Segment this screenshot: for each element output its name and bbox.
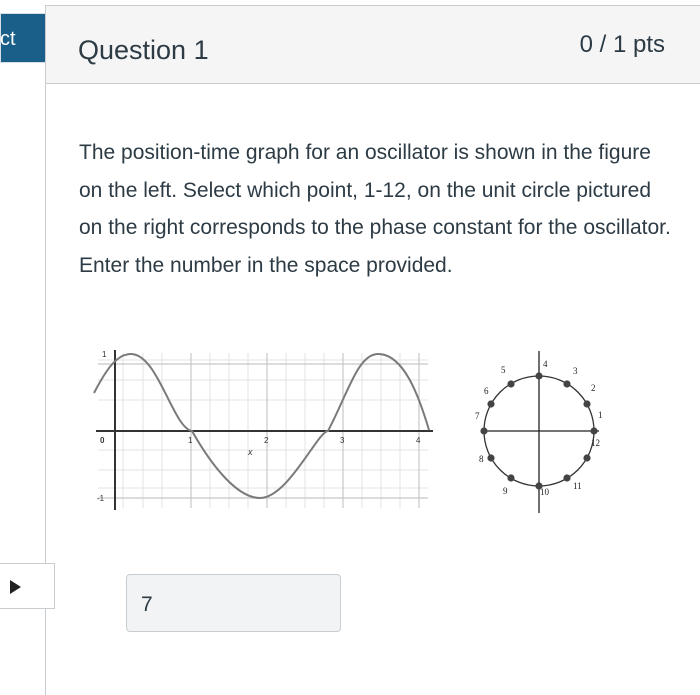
question-figure: 1 0 -1 1 2 3 4 x 1 2 3 4 5 6 7 8 9 10 11… <box>93 350 603 513</box>
graph-x-label: x <box>247 447 253 457</box>
graph-x-tick: 1 <box>188 436 193 445</box>
circle-point-label: 6 <box>484 386 489 396</box>
collapse-toggle-button[interactable] <box>0 563 55 609</box>
circle-point-label: 10 <box>540 487 550 497</box>
graph-x-tick: 3 <box>340 436 345 445</box>
circle-point-label: 11 <box>573 481 582 491</box>
unit-circle: 1 2 3 4 5 6 7 8 9 10 11 12 <box>475 351 603 513</box>
circle-point-label: 4 <box>543 359 548 369</box>
circle-point-label: 8 <box>479 454 484 464</box>
circle-point-label: 5 <box>501 365 506 375</box>
question-title: Question 1 <box>78 35 209 65</box>
question-text: The position-time graph for an oscillato… <box>79 141 671 277</box>
circle-point-label: 2 <box>591 383 596 393</box>
circle-point-label: 7 <box>475 411 480 421</box>
circle-point-label: 1 <box>598 410 603 420</box>
graph-y-tick: 1 <box>102 350 107 359</box>
position-curve <box>93 352 430 500</box>
circle-point-label: 9 <box>503 486 508 496</box>
position-time-graph: 1 0 -1 1 2 3 4 x <box>93 350 433 510</box>
graph-x-tick: 4 <box>416 436 421 445</box>
nav-badge-label: ct <box>0 28 16 50</box>
circle-point-label: 3 <box>573 366 578 376</box>
graph-x-tick: 2 <box>264 436 269 445</box>
answer-input[interactable]: 7 <box>126 574 341 632</box>
circle-point-label: 12 <box>591 438 600 448</box>
graph-y-tick: 0 <box>100 436 105 445</box>
play-arrow-icon <box>10 580 21 594</box>
question-points: 0 / 1 pts <box>579 31 665 58</box>
graph-y-tick: -1 <box>97 494 105 503</box>
